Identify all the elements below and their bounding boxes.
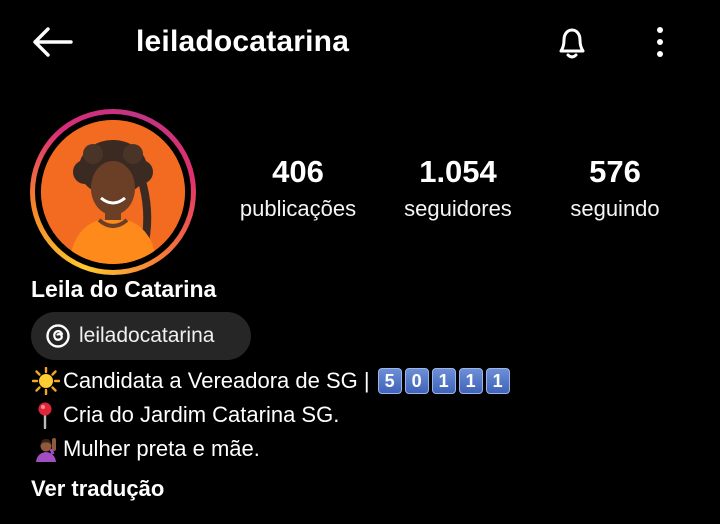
profile-photo (41, 120, 185, 264)
sun-icon (31, 366, 61, 396)
raising-hand-icon (31, 434, 61, 464)
posts-label: publicações (239, 196, 357, 221)
keycap-digit: 1 (458, 368, 483, 394)
following-count: 576 (589, 154, 641, 189)
more-options-button[interactable] (640, 20, 680, 64)
keycap-digit: 1 (485, 368, 510, 394)
followers-count: 1.054 (419, 154, 497, 189)
threads-handle: leiladocatarina (79, 324, 215, 347)
bio-line-2: Cria do Jardim Catarina SG. (31, 398, 339, 432)
top-bar: leiladocatarina (0, 0, 720, 84)
pin-icon (31, 400, 61, 430)
see-translation-link[interactable]: Ver tradução (31, 474, 164, 504)
display-name: Leila do Catarina (31, 276, 217, 302)
stat-followers[interactable]: 1.054 seguidores (384, 152, 532, 226)
bio-line-3: Mulher preta e mãe. (31, 432, 260, 466)
more-vertical-icon (657, 27, 663, 57)
threads-icon (45, 323, 71, 349)
threads-badge[interactable]: leiladocatarina (31, 312, 251, 360)
bell-icon (559, 28, 585, 59)
bio-text-2: Cria do Jardim Catarina SG. (63, 402, 340, 427)
notifications-button[interactable] (548, 20, 596, 64)
keycap-digit: 1 (431, 368, 456, 394)
keycap-digit: 5 (377, 368, 402, 394)
arrow-left-icon (33, 27, 73, 57)
bio-text-3: Mulher preta e mãe. (63, 436, 260, 461)
story-ring[interactable] (30, 109, 196, 275)
ballot-number: 5 0 1 1 1 (377, 368, 510, 394)
followers-label: seguidores (404, 196, 512, 221)
back-button[interactable] (28, 22, 76, 62)
keycap-digit: 0 (404, 368, 429, 394)
bio-line-1: Candidata a Vereadora de SG | 5 0 1 1 1 (31, 364, 510, 398)
stat-posts[interactable]: 406 publicações (222, 152, 374, 226)
profile-username: leiladocatarina (136, 25, 350, 58)
bio-text-1: Candidata a Vereadora de SG | (63, 368, 370, 393)
following-label: seguindo (570, 196, 660, 221)
posts-count: 406 (272, 154, 324, 189)
stat-following[interactable]: 576 seguindo (550, 152, 680, 226)
profile-stats: 406 publicações 1.054 seguidores 576 seg… (220, 152, 690, 232)
avatar[interactable] (41, 120, 185, 264)
